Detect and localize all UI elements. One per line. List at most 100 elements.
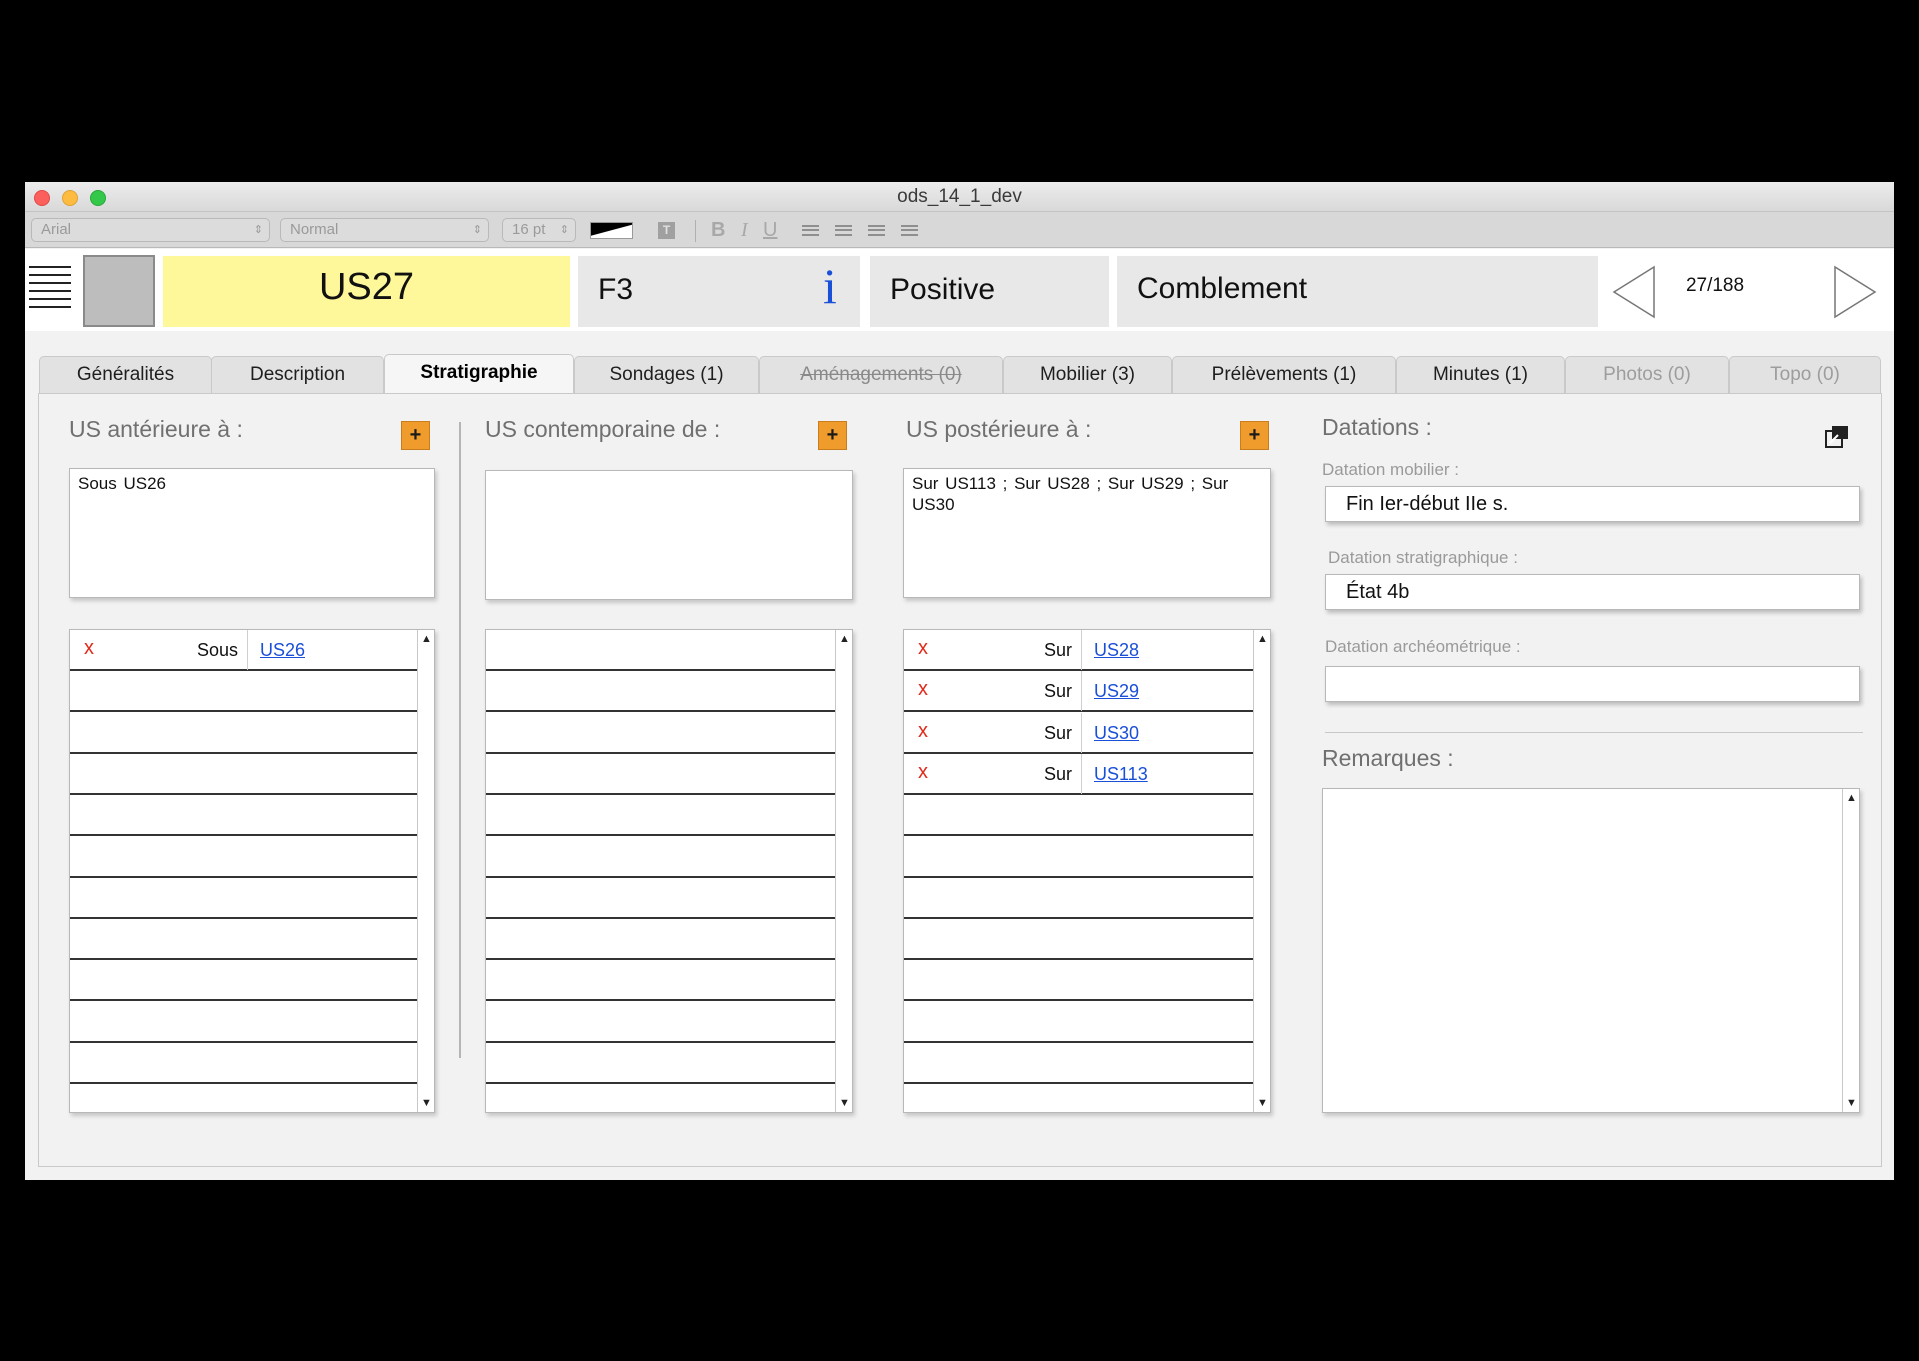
tab-minutes[interactable]: Minutes (1) (1396, 356, 1565, 393)
list-row (904, 960, 1254, 1002)
menu-icon[interactable] (29, 266, 71, 310)
type-box[interactable]: Positive (870, 256, 1109, 327)
list-row[interactable]: x Sur US29 (904, 671, 1254, 713)
scroll-down-icon[interactable]: ▼ (1254, 1096, 1270, 1110)
list-row (70, 671, 418, 713)
us-link[interactable]: US29 (1094, 681, 1139, 702)
list-row[interactable]: x Sur US30 (904, 712, 1254, 754)
tab-topo[interactable]: Topo (0) (1729, 356, 1881, 393)
cell-divider (1081, 671, 1082, 712)
list-row (486, 960, 836, 1002)
font-size-select[interactable]: 16 pt ⇕ (502, 218, 576, 242)
us-id-box[interactable]: US27 (163, 256, 570, 327)
scroll-up-icon[interactable]: ▲ (418, 632, 434, 646)
us-link[interactable]: US26 (260, 640, 305, 661)
text-style-select[interactable]: Normal ⇕ (280, 218, 489, 242)
list-row (904, 837, 1254, 878)
list-row (904, 1002, 1254, 1043)
list-row (70, 713, 418, 754)
datation-archeometrique-field[interactable] (1325, 666, 1860, 702)
cell-divider (247, 630, 248, 670)
remarques-scrollbar[interactable]: ▲ ▼ (1842, 789, 1859, 1112)
scroll-up-icon[interactable]: ▲ (836, 632, 852, 646)
app-window: ods_14_1_dev Arial ⇕ Normal ⇕ 16 pt ⇕ T … (25, 182, 1894, 1180)
font-family-select[interactable]: Arial ⇕ (31, 218, 270, 242)
align-right-icon[interactable] (868, 225, 885, 236)
contemporaine-scrollbar[interactable]: ▲ ▼ (835, 630, 852, 1112)
anterieure-list[interactable]: x Sous US26 ▲ ▼ (69, 629, 435, 1113)
contemporaine-summary-field[interactable] (485, 470, 853, 600)
us-link[interactable]: US28 (1094, 640, 1139, 661)
remarques-field[interactable]: ▲ ▼ (1322, 788, 1860, 1113)
scroll-up-icon[interactable]: ▲ (1254, 632, 1270, 646)
datation-mobilier-field[interactable]: Fin Ier-début IIe s. (1325, 486, 1860, 522)
posterieure-scrollbar[interactable]: ▲ ▼ (1253, 630, 1270, 1112)
list-row[interactable]: x Sous US26 (70, 630, 418, 671)
previous-record-icon[interactable] (1610, 265, 1658, 319)
record-header: US27 F3 i Positive Comblement 27/188 (25, 249, 1894, 331)
list-row (486, 754, 836, 795)
align-justify-icon[interactable] (901, 225, 918, 236)
italic-button[interactable]: I (741, 218, 748, 242)
add-anterieure-button[interactable]: + (401, 421, 430, 450)
list-row (486, 671, 836, 713)
delete-relation-button[interactable]: x (918, 720, 928, 743)
align-center-icon[interactable] (835, 225, 852, 236)
list-row (70, 754, 418, 795)
relation-type: Sous (196, 640, 238, 660)
relation-type: Sur (1043, 640, 1072, 660)
tab-amenagements[interactable]: Aménagements (0) (759, 356, 1003, 393)
contemporaine-list[interactable]: ▲ ▼ (485, 629, 853, 1113)
list-row (904, 919, 1254, 961)
list-row[interactable]: x Sur US113 (904, 753, 1254, 795)
tab-stratigraphie[interactable]: Stratigraphie (384, 354, 574, 394)
delete-relation-button[interactable]: x (84, 637, 94, 660)
nature-box[interactable]: Comblement (1117, 256, 1598, 327)
list-row (486, 1084, 836, 1112)
add-contemporaine-button[interactable]: + (818, 421, 847, 450)
add-posterieure-button[interactable]: + (1240, 421, 1269, 450)
next-record-icon[interactable] (1831, 265, 1879, 319)
thumbnail-image[interactable] (83, 255, 155, 327)
underline-button[interactable]: U (763, 218, 777, 242)
text-color-swatch[interactable] (590, 222, 633, 239)
scroll-down-icon[interactable]: ▼ (1843, 1096, 1859, 1110)
list-row (70, 1084, 418, 1112)
feature-box[interactable]: F3 i (578, 256, 860, 327)
posterieure-list[interactable]: x Sur US28 x Sur US29 x Sur US30 x Sur US113 ▲ ▼ (903, 629, 1271, 1113)
datation-stratigraphique-field[interactable]: État 4b (1325, 574, 1860, 610)
us-link[interactable]: US30 (1094, 723, 1139, 744)
list-row (486, 837, 836, 878)
list-row (486, 1002, 836, 1043)
align-left-icon[interactable] (802, 225, 819, 236)
bold-button[interactable]: B (711, 218, 725, 242)
scroll-up-icon[interactable]: ▲ (1843, 791, 1859, 805)
cell-divider (1081, 753, 1082, 794)
scroll-down-icon[interactable]: ▼ (418, 1096, 434, 1110)
tab-generalites[interactable]: Généralités (39, 356, 212, 393)
scroll-down-icon[interactable]: ▼ (836, 1096, 852, 1110)
datations-title: Datations : (1322, 414, 1432, 440)
highlight-color-icon[interactable]: T (658, 222, 675, 239)
tab-sondages[interactable]: Sondages (1) (574, 356, 759, 393)
format-bar: Arial ⇕ Normal ⇕ 16 pt ⇕ T B I U (25, 212, 1894, 248)
anterieure-summary-field[interactable]: Sous US26 (69, 468, 435, 598)
us-link[interactable]: US113 (1094, 764, 1148, 785)
list-row (486, 919, 836, 961)
list-row (904, 1043, 1254, 1084)
tab-mobilier[interactable]: Mobilier (3) (1003, 356, 1172, 393)
list-row (904, 878, 1254, 919)
posterieure-summary-field[interactable]: Sur US113 ; Sur US28 ; Sur US29 ; Sur US… (903, 468, 1271, 598)
info-icon[interactable]: i (823, 257, 837, 315)
delete-relation-button[interactable]: x (918, 637, 928, 660)
list-row (904, 1084, 1254, 1112)
tab-photos[interactable]: Photos (0) (1565, 356, 1729, 393)
delete-relation-button[interactable]: x (918, 678, 928, 701)
tab-prelevements[interactable]: Prélèvements (1) (1172, 356, 1396, 393)
anterieure-scrollbar[interactable]: ▲ ▼ (417, 630, 434, 1112)
expand-window-icon[interactable] (1824, 425, 1850, 451)
column-divider (459, 422, 461, 1058)
delete-relation-button[interactable]: x (918, 761, 928, 784)
list-row[interactable]: x Sur US28 (904, 630, 1254, 671)
tab-description[interactable]: Description (211, 356, 384, 393)
